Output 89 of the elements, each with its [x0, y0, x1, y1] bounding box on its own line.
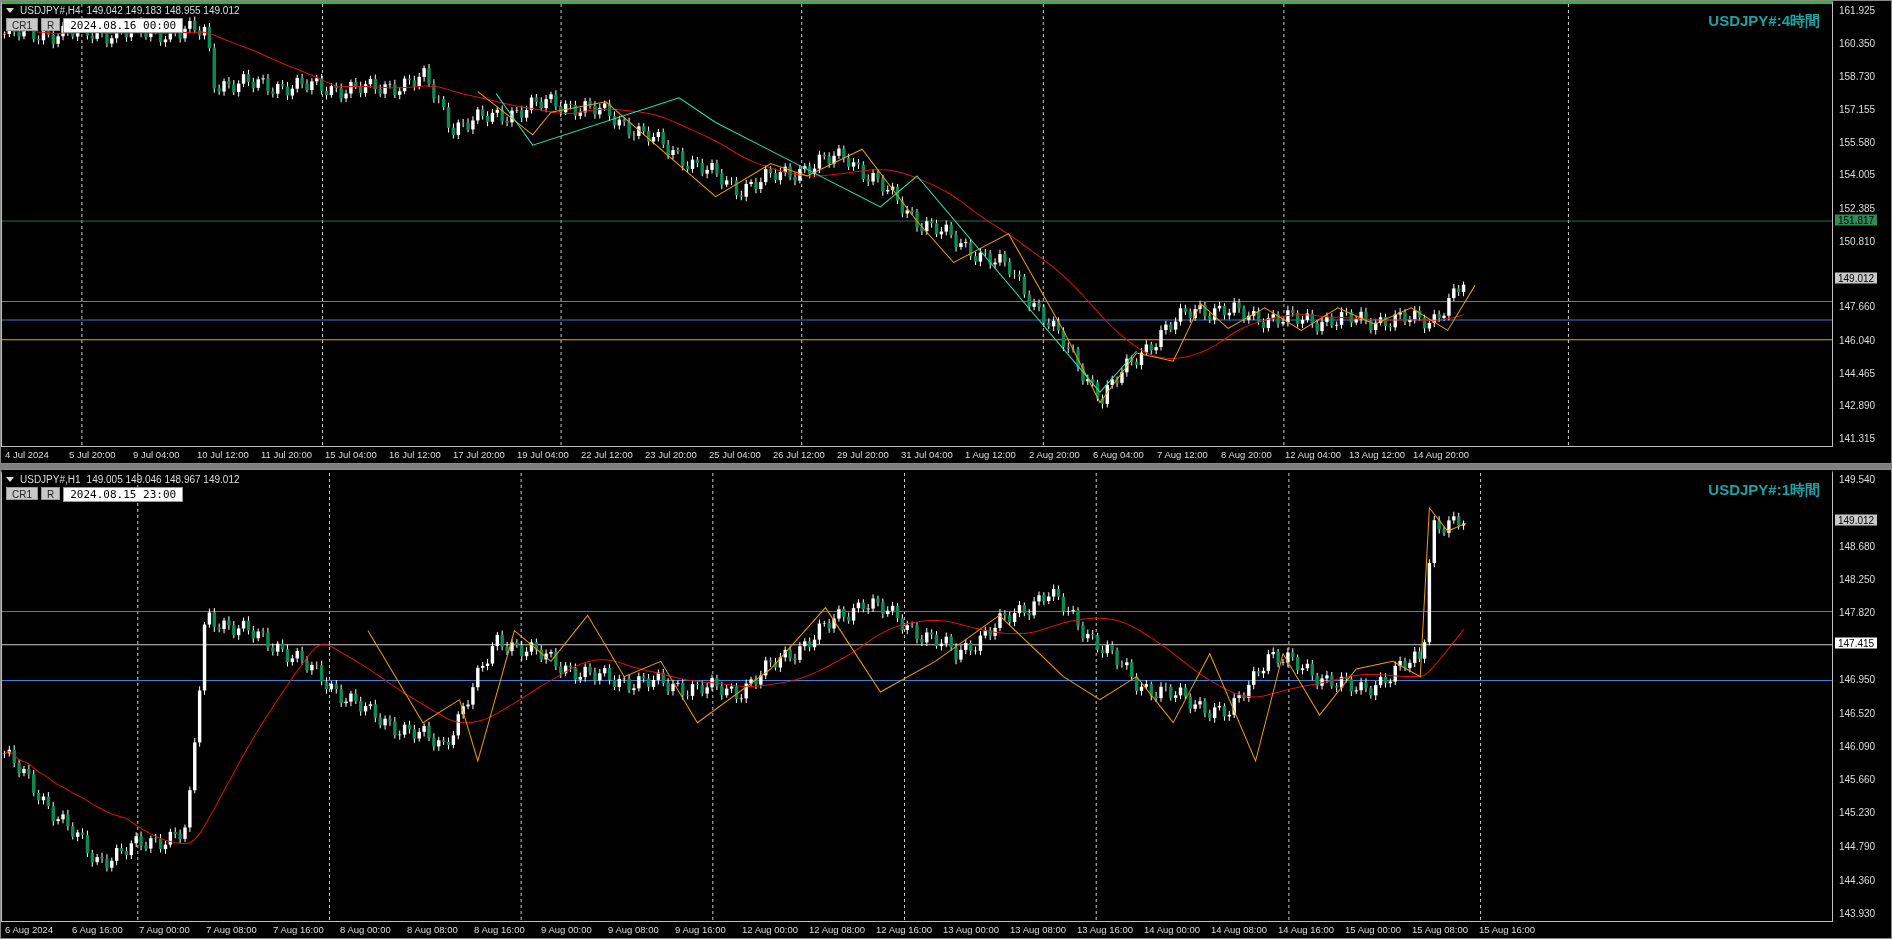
- price-axis-label: 143.930: [1839, 907, 1876, 919]
- price-axis-label: 157.155: [1839, 103, 1876, 115]
- datetime-field[interactable]: 2024.08.16 00:00: [63, 18, 184, 33]
- price-axis-label: 144.465: [1839, 367, 1876, 379]
- time-axis-label: 7 Aug 00:00: [139, 923, 191, 937]
- price-axis-label: 148.250: [1839, 573, 1876, 585]
- dropdown-icon[interactable]: [6, 477, 14, 482]
- time-axis-label: 12 Aug 16:00: [876, 923, 933, 937]
- time-axis-label: 9 Aug 00:00: [541, 923, 593, 937]
- time-axis-label: 7 Aug 16:00: [273, 923, 325, 937]
- ohlc-values: 149.042 149.183 148.955 149.012: [86, 5, 240, 16]
- price-axis-label: 141.315: [1839, 432, 1876, 444]
- time-axis-label: 15 Jul 04:00: [325, 448, 378, 462]
- time-axis-label: 9 Aug 16:00: [675, 923, 727, 937]
- time-axis-label: 29 Jul 20:00: [837, 448, 890, 462]
- price-axis-label: 144.360: [1839, 874, 1876, 886]
- symbol-label: USDJPY#,H1: [20, 474, 81, 485]
- price-axis-label: 146.950: [1839, 673, 1876, 685]
- price-axis-label: 155.580: [1839, 136, 1876, 148]
- time-axis-label: 14 Aug 08:00: [1211, 923, 1268, 937]
- chart-button[interactable]: R: [41, 18, 61, 31]
- time-axis-label: 13 Aug 00:00: [943, 923, 1000, 937]
- price-axis-label: 150.810: [1839, 235, 1876, 247]
- time-axis-label: 7 Aug 08:00: [206, 923, 258, 937]
- dropdown-icon[interactable]: [6, 8, 14, 13]
- time-axis-label: 8 Aug 16:00: [474, 923, 526, 937]
- time-axis-label: 12 Aug 08:00: [809, 923, 866, 937]
- time-axis-label: 9 Aug 08:00: [608, 923, 660, 937]
- price-axis-label: 145.660: [1839, 773, 1876, 785]
- price-axis-label: 147.660: [1839, 300, 1876, 312]
- time-axis-label: 23 Jul 20:00: [645, 448, 698, 462]
- time-axis-label: 25 Jul 04:00: [709, 448, 762, 462]
- chart-button[interactable]: R: [41, 487, 61, 500]
- time-axis-label: 6 Aug 2024: [5, 923, 55, 937]
- time-axis-label: 10 Jul 12:00: [197, 448, 250, 462]
- price-axis-label: 145.230: [1839, 806, 1876, 818]
- time-axis-label: 26 Jul 12:00: [773, 448, 826, 462]
- time-axis-label: 4 Jul 2024: [5, 448, 50, 462]
- time-axis-label: 8 Aug 20:00: [1221, 448, 1273, 462]
- time-axis-label: 15 Aug 00:00: [1345, 923, 1402, 937]
- time-axis-label: 15 Aug 08:00: [1412, 923, 1469, 937]
- time-axis-label: 6 Aug 16:00: [72, 923, 124, 937]
- time-axis-label: 19 Jul 04:00: [517, 448, 570, 462]
- time-axis-label: 14 Aug 20:00: [1413, 448, 1470, 462]
- chart-button[interactable]: CR1: [6, 487, 38, 500]
- time-axis-label: 9 Jul 04:00: [133, 448, 181, 462]
- price-axis-label: 148.680: [1839, 540, 1876, 552]
- time-axis-label: 31 Jul 04:00: [901, 448, 954, 462]
- price-axis-label: 142.890: [1839, 399, 1876, 411]
- time-axis-label: 16 Jul 12:00: [389, 448, 442, 462]
- time-axis-label: 13 Aug 16:00: [1077, 923, 1134, 937]
- time-axis-label: 8 Aug 00:00: [340, 923, 392, 937]
- price-axis-label: 149.540: [1839, 473, 1876, 485]
- time-axis-label: 6 Aug 04:00: [1093, 448, 1145, 462]
- price-axis-label: 152.385: [1839, 202, 1876, 214]
- time-axis-label: 8 Aug 08:00: [407, 923, 459, 937]
- time-axis-label: 2 Aug 20:00: [1029, 448, 1081, 462]
- price-marker: 147.415: [1835, 637, 1878, 649]
- price-axis-label: 146.040: [1839, 334, 1876, 346]
- time-axis-label: 14 Aug 00:00: [1144, 923, 1201, 937]
- time-axis-label: 5 Jul 20:00: [69, 448, 117, 462]
- datetime-field[interactable]: 2024.08.15 23:00: [63, 487, 184, 502]
- time-axis-label: 13 Aug 12:00: [1349, 448, 1406, 462]
- symbol-label: USDJPY#,H4: [20, 5, 81, 16]
- time-axis-label: 12 Aug 04:00: [1285, 448, 1342, 462]
- time-axis-label: 22 Jul 12:00: [581, 448, 634, 462]
- ohlc-values: 149.005 149.046 148.967 149.012: [86, 474, 240, 485]
- price-axis-label: 147.820: [1839, 606, 1876, 618]
- time-axis-label: 15 Aug 16:00: [1479, 923, 1536, 937]
- time-axis-label: 13 Aug 08:00: [1010, 923, 1067, 937]
- price-axis-label: 158.730: [1839, 70, 1876, 82]
- price-axis-label: 154.005: [1839, 168, 1876, 180]
- price-axis-label: 161.925: [1839, 4, 1876, 16]
- time-axis-label: 1 Aug 12:00: [965, 448, 1017, 462]
- time-axis-label: 7 Aug 12:00: [1157, 448, 1209, 462]
- chart-button[interactable]: CR1: [6, 18, 38, 31]
- time-axis-label: 11 Jul 20:00: [261, 448, 314, 462]
- price-axis-label: 146.090: [1839, 740, 1876, 752]
- price-axis-label: 146.520: [1839, 707, 1876, 719]
- time-axis-label: 12 Aug 00:00: [742, 923, 799, 937]
- price-axis-label: 160.350: [1839, 37, 1876, 49]
- price-marker: 149.012: [1835, 514, 1878, 526]
- price-marker: 149.012: [1835, 272, 1878, 284]
- chart-title: USDJPY#:1時間: [1708, 481, 1820, 500]
- time-axis-label: 14 Aug 16:00: [1278, 923, 1335, 937]
- time-axis-label: 17 Jul 20:00: [453, 448, 506, 462]
- price-marker: 151.817: [1835, 214, 1878, 226]
- chart-title: USDJPY#:4時間: [1708, 12, 1820, 31]
- price-axis-label: 144.790: [1839, 840, 1876, 852]
